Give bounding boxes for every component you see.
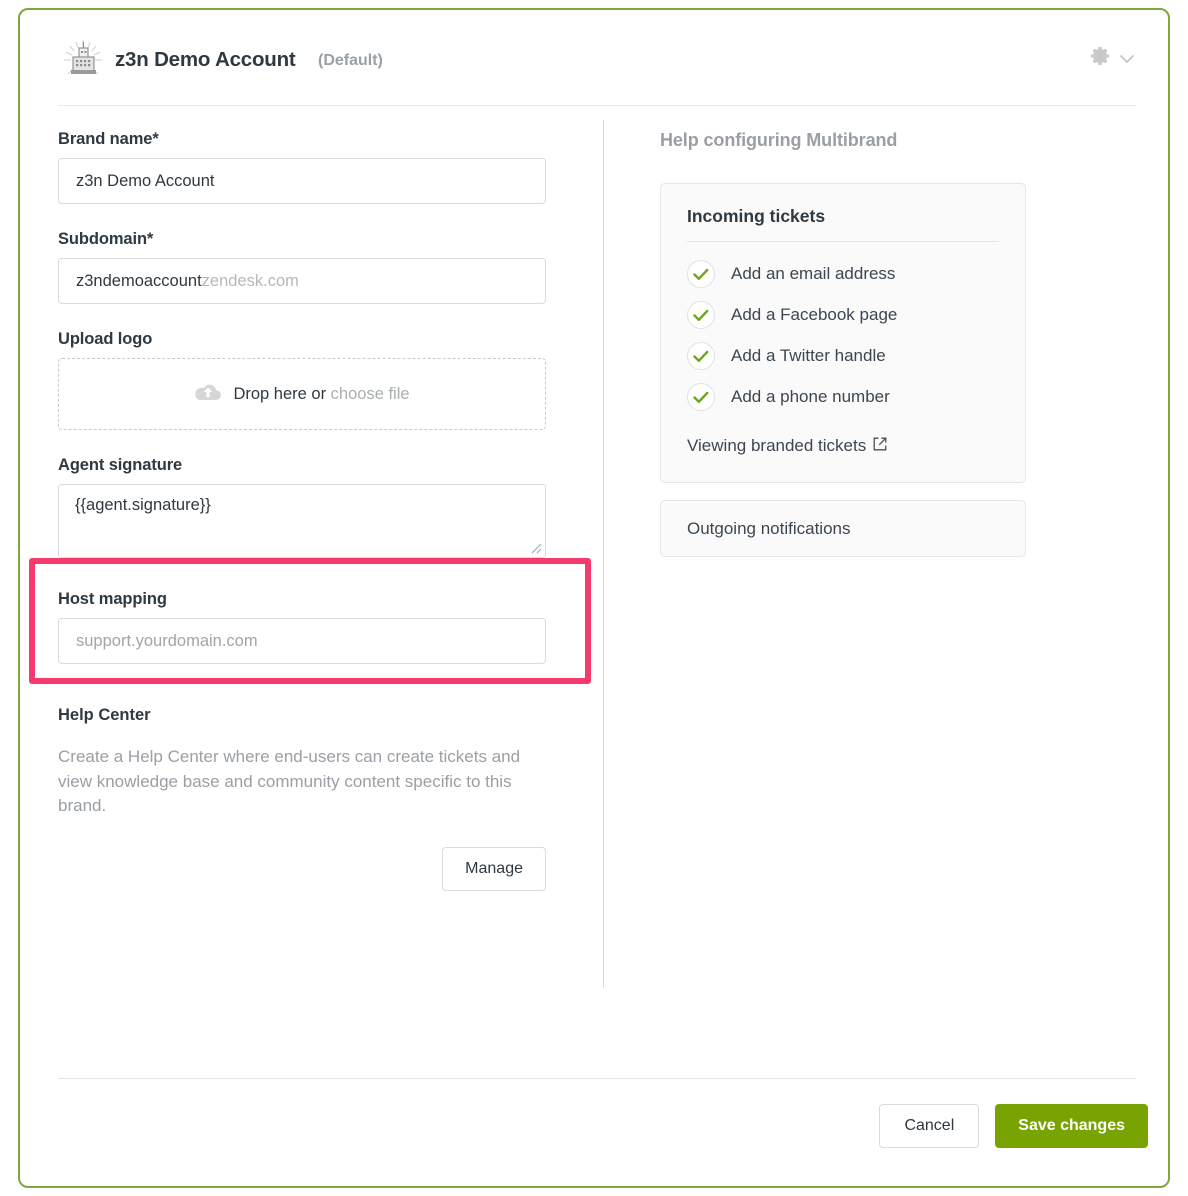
agent-signature-textarea[interactable]: {{agent.signature}} xyxy=(58,484,546,558)
manage-button[interactable]: Manage xyxy=(442,847,546,891)
footer-divider xyxy=(58,1078,1136,1079)
checklist-item-twitter[interactable]: Add a Twitter handle xyxy=(687,342,999,370)
checklist-item-label: Add a phone number xyxy=(731,387,890,407)
viewing-branded-tickets-link[interactable]: Viewing branded tickets xyxy=(687,436,887,456)
agent-signature-value: {{agent.signature}} xyxy=(75,496,211,514)
column-divider xyxy=(603,120,604,988)
cloud-upload-icon xyxy=(194,382,222,407)
checklist-item-facebook[interactable]: Add a Facebook page xyxy=(687,301,999,329)
checklist-item-label: Add a Facebook page xyxy=(731,305,897,325)
field-agent-signature: Agent signature {{agent.signature}} xyxy=(58,456,568,558)
subdomain-value: z3ndemoaccount xyxy=(76,272,202,291)
page-title: z3n Demo Account xyxy=(115,48,296,72)
checklist-item-phone[interactable]: Add a phone number xyxy=(687,383,999,411)
upload-logo-label: Upload logo xyxy=(58,330,568,349)
header-divider xyxy=(58,105,1136,106)
field-subdomain: Subdomain* z3ndemoaccountzendesk.com xyxy=(58,230,568,304)
help-center-description: Create a Help Center where end-users can… xyxy=(58,745,538,819)
cancel-button[interactable]: Cancel xyxy=(879,1104,979,1148)
office-building-icon xyxy=(60,38,106,84)
check-icon xyxy=(687,301,715,329)
check-icon xyxy=(687,383,715,411)
agent-signature-label: Agent signature xyxy=(58,456,568,475)
check-icon xyxy=(687,260,715,288)
brand-name-input[interactable]: z3n Demo Account xyxy=(58,158,546,204)
viewing-branded-tickets-label: Viewing branded tickets xyxy=(687,436,866,456)
checklist-item-email[interactable]: Add an email address xyxy=(687,260,999,288)
drop-here-text: Drop here or xyxy=(233,385,326,403)
chevron-down-icon[interactable] xyxy=(1118,52,1136,66)
help-center-label: Help Center xyxy=(58,706,568,725)
gear-icon[interactable] xyxy=(1088,46,1112,70)
host-mapping-placeholder: support.yourdomain.com xyxy=(76,632,258,651)
save-changes-button[interactable]: Save changes xyxy=(995,1104,1148,1148)
incoming-tickets-card: Incoming tickets Add an email address Ad… xyxy=(660,183,1026,483)
brand-settings-panel: z3n Demo Account (Default) Brand name* z… xyxy=(18,8,1170,1188)
help-panel-heading: Help configuring Multibrand xyxy=(660,130,1030,151)
help-panel-column: Help configuring Multibrand Incoming tic… xyxy=(660,130,1030,557)
checklist-item-label: Add a Twitter handle xyxy=(731,346,886,366)
outgoing-notifications-title: Outgoing notifications xyxy=(687,519,851,539)
host-mapping-input[interactable]: support.yourdomain.com xyxy=(58,618,546,664)
brand-name-value: z3n Demo Account xyxy=(76,172,215,191)
checklist-item-label: Add an email address xyxy=(731,264,895,284)
external-link-icon xyxy=(873,436,887,456)
host-mapping-label: Host mapping xyxy=(58,590,568,609)
manage-button-row: Manage xyxy=(58,847,546,891)
dropzone-text: Drop here or choose file xyxy=(233,385,409,404)
help-center-section: Help Center Create a Help Center where e… xyxy=(58,706,568,891)
logo-dropzone[interactable]: Drop here or choose file xyxy=(58,358,546,430)
choose-file-link[interactable]: choose file xyxy=(331,385,410,403)
subdomain-suffix: zendesk.com xyxy=(202,272,299,291)
brand-form-column: Brand name* z3n Demo Account Subdomain* … xyxy=(58,130,568,891)
incoming-tickets-title: Incoming tickets xyxy=(687,206,999,242)
default-badge: (Default) xyxy=(318,52,383,70)
resize-handle-icon[interactable] xyxy=(528,540,542,554)
panel-header: z3n Demo Account (Default) xyxy=(20,10,1168,106)
field-upload-logo: Upload logo Drop here or choose file xyxy=(58,330,568,430)
subdomain-label: Subdomain* xyxy=(58,230,568,249)
field-brand-name: Brand name* z3n Demo Account xyxy=(58,130,568,204)
field-host-mapping: Host mapping support.yourdomain.com xyxy=(58,590,568,664)
footer-actions: Cancel Save changes xyxy=(879,1104,1148,1148)
brand-name-label: Brand name* xyxy=(58,130,568,149)
check-icon xyxy=(687,342,715,370)
outgoing-notifications-card[interactable]: Outgoing notifications xyxy=(660,500,1026,557)
subdomain-input[interactable]: z3ndemoaccountzendesk.com xyxy=(58,258,546,304)
